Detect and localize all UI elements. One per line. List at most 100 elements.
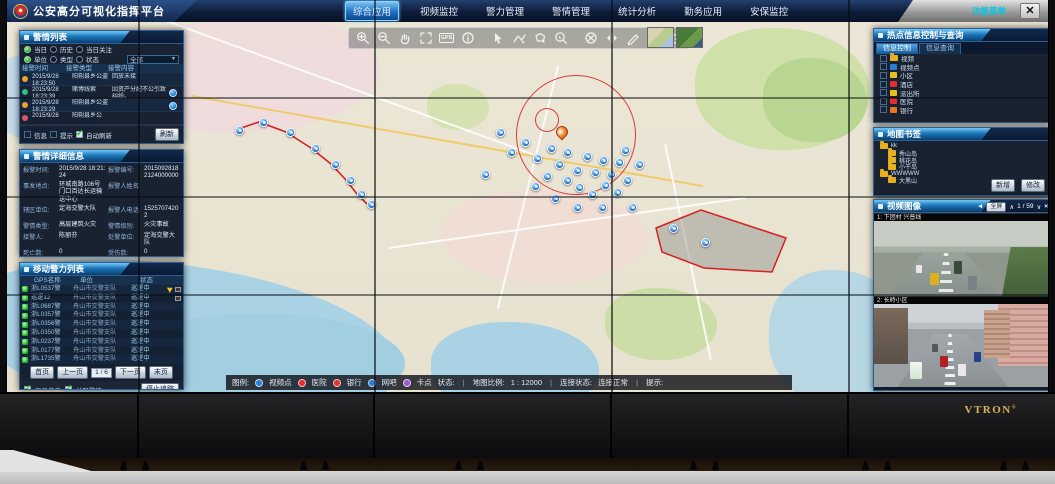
refresh-button[interactable]: 刷新 <box>155 128 179 141</box>
fullscreen-button[interactable]: 全屏 <box>986 202 1006 212</box>
map-marker[interactable] <box>346 176 355 185</box>
map-marker[interactable] <box>598 203 607 212</box>
map-marker[interactable] <box>613 188 622 197</box>
prev-page-button[interactable]: 上一页 <box>57 366 88 379</box>
checkbox[interactable] <box>880 81 887 88</box>
tab-info-query[interactable]: 信息查询 <box>919 43 961 54</box>
checkbox[interactable] <box>880 98 887 105</box>
radio-unit[interactable] <box>24 56 31 63</box>
map-marker[interactable] <box>357 190 366 199</box>
checkbox[interactable] <box>880 72 887 79</box>
gps-icon[interactable]: GPS <box>438 29 455 47</box>
checkbox-show-info[interactable] <box>24 386 31 390</box>
edit-bookmark-button[interactable]: 修改 <box>1021 179 1045 192</box>
tab-police-force[interactable]: 警力管理 <box>479 2 531 20</box>
page-down-icon[interactable]: ∨ <box>1036 203 1041 211</box>
satellite-map-thumbnail[interactable] <box>676 27 703 48</box>
pan-hand-icon[interactable] <box>396 29 413 47</box>
layer-item-bank[interactable]: 银行 <box>874 106 1049 115</box>
last-page-button[interactable]: 末页 <box>149 366 173 379</box>
map-marker[interactable] <box>551 194 560 203</box>
overview-map-thumbnail[interactable] <box>647 27 674 48</box>
camera-1-feed[interactable] <box>874 221 1049 296</box>
map-marker[interactable] <box>573 166 582 175</box>
map-marker[interactable] <box>669 224 678 233</box>
map-marker[interactable] <box>496 128 505 137</box>
tab-comprehensive-apps[interactable]: 综合应用 <box>345 1 399 21</box>
map-marker[interactable] <box>573 203 582 212</box>
map-marker[interactable] <box>547 144 556 153</box>
point-select-icon[interactable] <box>489 29 506 47</box>
draw-pencil-icon[interactable] <box>624 29 641 47</box>
table-row[interactable]: 浙L0237警舟山市交警支队巡逻中 <box>20 338 183 347</box>
tab-incident-management[interactable]: 警情管理 <box>545 2 597 20</box>
function-menu-label[interactable]: 功能菜单 <box>972 5 1006 17</box>
table-row[interactable]: 2015/9/28 18:23:29阳朔县乡公盗 <box>20 99 183 112</box>
checkbox[interactable] <box>880 89 887 96</box>
zoom-box-icon[interactable] <box>552 29 569 47</box>
map-marker[interactable] <box>615 158 624 167</box>
swipe-icon[interactable] <box>603 29 620 47</box>
map-marker[interactable] <box>367 200 376 209</box>
radio-history[interactable] <box>50 46 57 53</box>
map-marker[interactable] <box>259 118 268 127</box>
table-row[interactable]: 浙L0350警舟山市交警支队巡逻中 <box>20 329 183 338</box>
tab-duty-apps[interactable]: 勤务应用 <box>677 2 729 20</box>
map-marker[interactable] <box>575 183 584 192</box>
radio-today-follow[interactable] <box>76 46 83 53</box>
volume-icon[interactable]: ◄ <box>977 203 983 210</box>
map-marker[interactable] <box>701 238 710 247</box>
map-marker[interactable] <box>311 144 320 153</box>
map-marker[interactable] <box>531 182 540 191</box>
table-row[interactable]: 2015/9/28 18:23:39赌博线索因资产分配不公引致纠纷。 <box>20 86 183 99</box>
map-marker[interactable] <box>635 160 644 169</box>
map-marker[interactable] <box>555 160 564 169</box>
dispatch-icon[interactable] <box>169 102 177 110</box>
map-marker[interactable] <box>331 160 340 169</box>
map-marker[interactable] <box>521 138 530 147</box>
map-marker[interactable] <box>599 156 608 165</box>
dispatch-icon[interactable] <box>169 89 177 97</box>
map-marker[interactable] <box>628 203 637 212</box>
close-icon[interactable]: ✕ <box>1020 3 1040 19</box>
add-bookmark-button[interactable]: 新增 <box>991 179 1015 192</box>
map-marker[interactable] <box>607 170 616 179</box>
map-marker[interactable] <box>583 152 592 161</box>
polyline-select-icon[interactable] <box>510 29 527 47</box>
map-marker[interactable] <box>543 172 552 181</box>
table-row[interactable]: 2015/9/28阳朔县乡公 <box>20 112 183 125</box>
map-marker[interactable] <box>533 154 542 163</box>
checkbox-hint[interactable] <box>50 131 57 138</box>
radio-type[interactable] <box>50 56 57 63</box>
page-up-icon[interactable]: ∧ <box>1009 203 1014 211</box>
close-icon[interactable]: × <box>1044 203 1048 210</box>
radio-today[interactable] <box>24 46 31 53</box>
table-row[interactable]: 2015/9/28 18:23:50阳朔县乡公盗回放未接 <box>20 73 183 86</box>
type-dropdown[interactable]: 全部 <box>127 55 179 64</box>
map-marker[interactable] <box>563 148 572 157</box>
map-marker[interactable] <box>563 176 572 185</box>
next-page-button[interactable]: 下一页 <box>115 366 146 379</box>
bookmark-item[interactable]: 小干岛 <box>874 163 1049 170</box>
map-marker[interactable] <box>507 148 516 157</box>
map-marker[interactable] <box>601 181 610 190</box>
info-icon[interactable] <box>459 29 476 47</box>
map-marker[interactable] <box>286 128 295 137</box>
map-marker[interactable] <box>235 126 244 135</box>
zoom-out-icon[interactable] <box>375 29 392 47</box>
map-marker[interactable] <box>623 176 632 185</box>
clear-icon[interactable] <box>582 29 599 47</box>
map-marker[interactable] <box>588 190 597 199</box>
tab-security-monitoring[interactable]: 安保监控 <box>743 2 795 20</box>
map-marker[interactable] <box>591 168 600 177</box>
map-marker[interactable] <box>621 146 630 155</box>
checkbox-link-incident[interactable] <box>65 386 72 390</box>
map-marker[interactable] <box>481 170 490 179</box>
first-page-button[interactable]: 首页 <box>30 366 54 379</box>
tab-statistics[interactable]: 统计分析 <box>611 2 663 20</box>
radio-status[interactable] <box>76 56 83 63</box>
camera-2-feed[interactable] <box>874 304 1049 387</box>
checkbox-auto-refresh[interactable] <box>76 131 83 138</box>
table-row[interactable]: 浙L1735警舟山市交警支队巡逻中 <box>20 355 183 364</box>
tab-video-surveillance[interactable]: 视频监控 <box>413 2 465 20</box>
